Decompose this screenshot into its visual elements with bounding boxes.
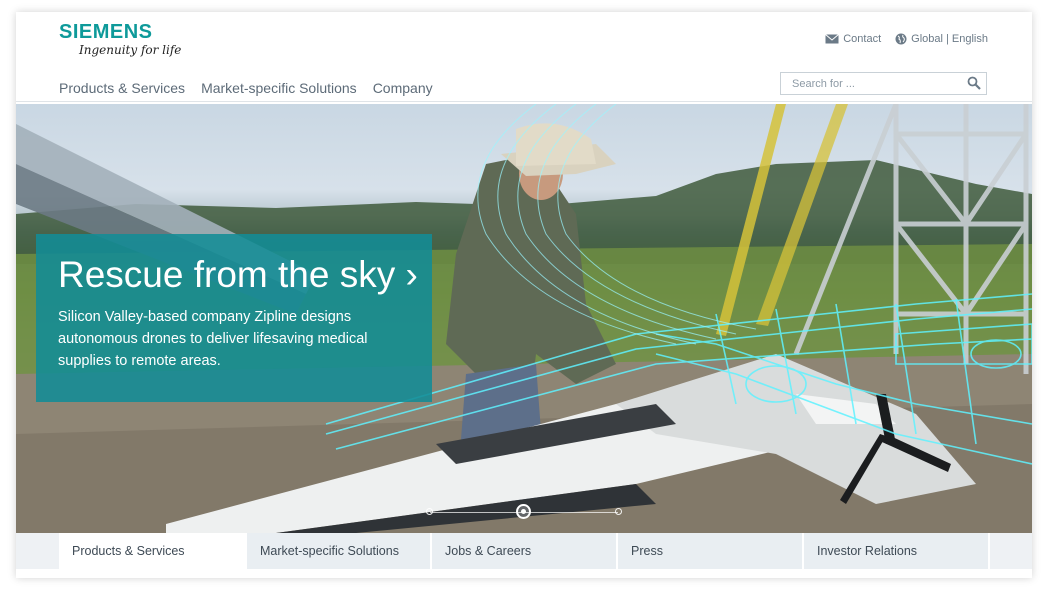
contact-link[interactable]: Contact	[825, 33, 881, 45]
header-divider	[16, 101, 1032, 102]
carousel-dot-1[interactable]	[426, 508, 433, 515]
tab-jobs-careers[interactable]: Jobs & Careers	[432, 533, 618, 569]
nav-products-services[interactable]: Products & Services	[59, 80, 185, 96]
logo-wordmark: SIEMENS	[59, 21, 153, 43]
tab-market-specific-solutions[interactable]: Market-specific Solutions	[247, 533, 432, 569]
hero-description: Silicon Valley-based company Zipline des…	[58, 309, 368, 369]
contact-label: Contact	[843, 33, 882, 45]
hero-title-link[interactable]: Rescue from the sky ›	[58, 254, 418, 296]
carousel-indicator	[424, 504, 624, 522]
tab-press[interactable]: Press	[618, 533, 804, 569]
main-navigation: Products & Services Market-specific Solu…	[59, 80, 433, 96]
page: SIEMENS Ingenuity for life Contact Globa…	[16, 12, 1032, 578]
tab-investor-relations[interactable]: Investor Relations	[804, 533, 990, 569]
nav-company[interactable]: Company	[373, 80, 433, 96]
magnifier-icon[interactable]	[967, 76, 981, 95]
tab-products-services[interactable]: Products & Services	[59, 533, 247, 569]
carousel-dot-3[interactable]	[615, 508, 622, 515]
nav-market-specific-solutions[interactable]: Market-specific Solutions	[201, 80, 357, 96]
globe-icon	[895, 33, 907, 45]
region-label: Global | English	[911, 33, 988, 45]
hero-caption: Rescue from the sky › Silicon Valley-bas…	[36, 234, 432, 402]
chevron-right-icon: ›	[405, 254, 418, 295]
carousel-dot-2[interactable]	[516, 504, 531, 519]
search-input[interactable]	[781, 73, 962, 94]
region-selector[interactable]: Global | English	[895, 33, 988, 45]
logo-tagline: Ingenuity for life	[79, 43, 182, 57]
hero-banner[interactable]: Rescue from the sky › Silicon Valley-bas…	[16, 104, 1032, 533]
siemens-logo[interactable]: SIEMENS Ingenuity for life	[59, 21, 181, 57]
hero-title: Rescue from the sky	[58, 254, 396, 295]
utility-links: Contact Global | English	[825, 33, 988, 45]
bottom-tab-bar: Products & Services Market-specific Solu…	[16, 533, 1032, 569]
search-box	[780, 72, 987, 95]
envelope-icon	[825, 34, 840, 44]
